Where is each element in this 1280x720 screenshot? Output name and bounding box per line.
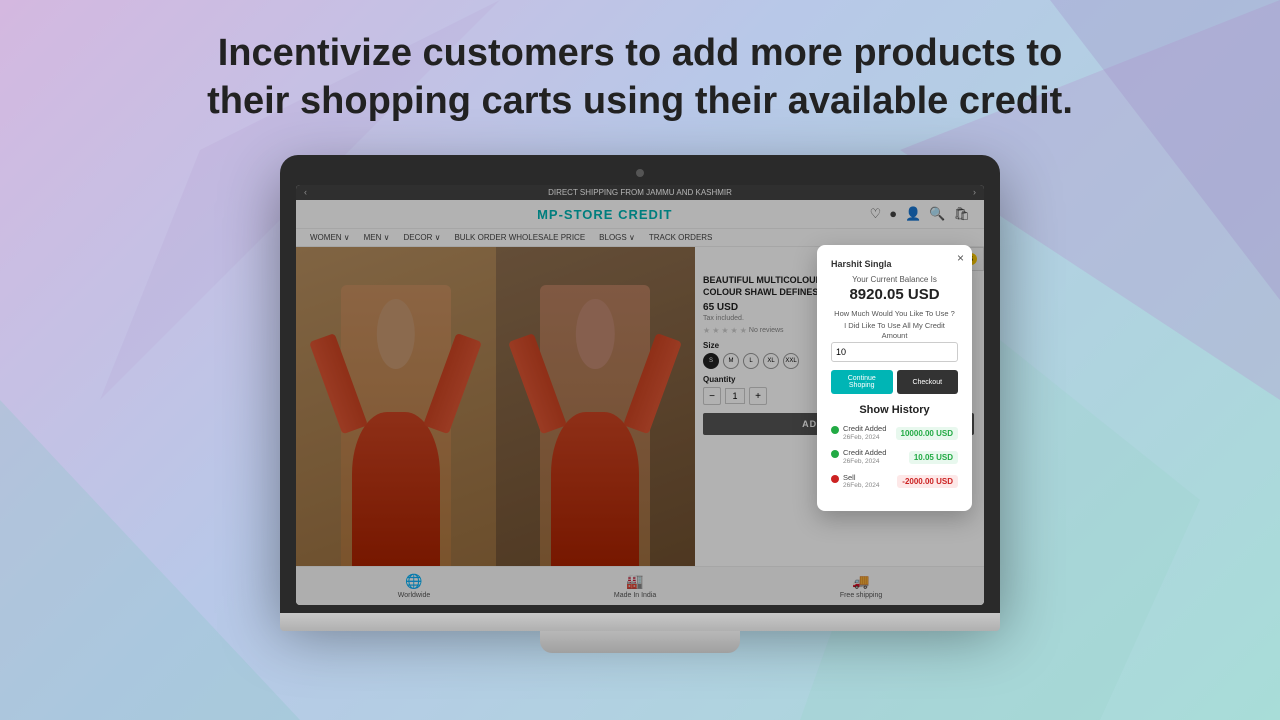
modal-question: How Much Would You Like To Use ? bbox=[831, 309, 958, 319]
laptop-base bbox=[280, 613, 1000, 631]
history-label-1: Credit Added 26Feb, 2024 bbox=[843, 424, 886, 442]
laptop-camera bbox=[636, 169, 644, 177]
history-item-1: Credit Added 26Feb, 2024 10000.00 USD bbox=[831, 424, 958, 442]
history-label-3: Sell 26Feb, 2024 bbox=[843, 473, 880, 491]
laptop-body: ‹ DIRECT SHIPPING FROM JAMMU AND KASHMIR… bbox=[280, 155, 1000, 613]
laptop-screen: ‹ DIRECT SHIPPING FROM JAMMU AND KASHMIR… bbox=[296, 185, 984, 605]
history-amount-2: 10.05 USD bbox=[909, 451, 958, 464]
history-item-3: Sell 26Feb, 2024 -2000.00 USD bbox=[831, 473, 958, 491]
continue-shopping-button[interactable]: Continue Shoping bbox=[831, 370, 893, 394]
history-amount-1: 10000.00 USD bbox=[896, 427, 958, 440]
credit-amount-input[interactable] bbox=[831, 342, 958, 362]
headline: Incentivize customers to add more produc… bbox=[0, 30, 1280, 125]
modal-username: Harshit Singla bbox=[831, 259, 958, 269]
history-info-1: Credit Added 26Feb, 2024 bbox=[831, 424, 886, 442]
modal-overlay: × Harshit Singla Your Current Balance Is… bbox=[296, 185, 984, 605]
modal-action-buttons: Continue Shoping Checkout bbox=[831, 370, 958, 394]
history-info-3: Sell 26Feb, 2024 bbox=[831, 473, 880, 491]
checkout-button[interactable]: Checkout bbox=[897, 370, 959, 394]
laptop-stand bbox=[540, 631, 740, 653]
history-dot-2 bbox=[831, 450, 839, 458]
laptop-mockup: ‹ DIRECT SHIPPING FROM JAMMU AND KASHMIR… bbox=[280, 155, 1000, 653]
history-title: Show History bbox=[831, 404, 958, 416]
history-item-2: Credit Added 26Feb, 2024 10.05 USD bbox=[831, 448, 958, 466]
credit-modal: × Harshit Singla Your Current Balance Is… bbox=[817, 245, 972, 511]
history-amount-3: -2000.00 USD bbox=[897, 475, 958, 488]
modal-subtext: I Did Like To Use All My Credit Amount bbox=[831, 321, 958, 341]
history-dot-3 bbox=[831, 475, 839, 483]
modal-close-button[interactable]: × bbox=[957, 251, 964, 265]
store-website: ‹ DIRECT SHIPPING FROM JAMMU AND KASHMIR… bbox=[296, 185, 984, 605]
history-dot-1 bbox=[831, 426, 839, 434]
modal-balance-label: Your Current Balance Is bbox=[831, 275, 958, 284]
history-label-2: Credit Added 26Feb, 2024 bbox=[843, 448, 886, 466]
modal-balance-amount: 8920.05 USD bbox=[831, 286, 958, 303]
history-info-2: Credit Added 26Feb, 2024 bbox=[831, 448, 886, 466]
headline-text: Incentivize customers to add more produc… bbox=[100, 30, 1180, 125]
